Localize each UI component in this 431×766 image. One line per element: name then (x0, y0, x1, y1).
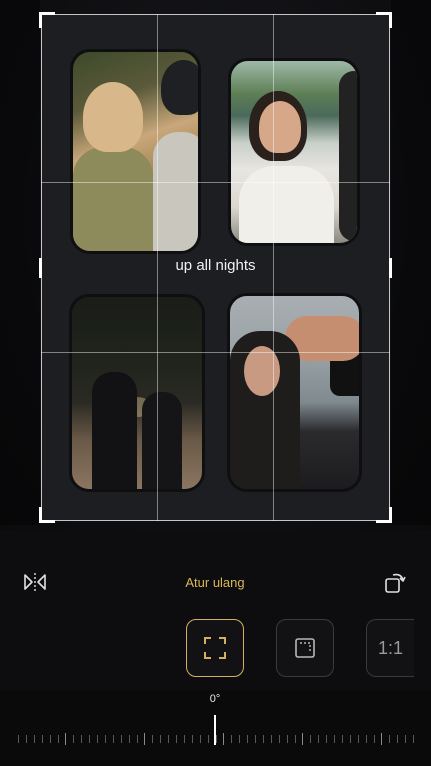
aspect-original-button[interactable] (276, 619, 334, 677)
crop-handle-bottom-right[interactable] (376, 507, 392, 523)
slider-tick (57, 735, 59, 743)
slider-tick (373, 735, 375, 743)
slider-tick (136, 735, 138, 743)
slider-tick (286, 735, 288, 743)
slider-tick (191, 735, 193, 743)
slider-tick (294, 735, 296, 743)
crop-handle-left[interactable] (39, 258, 42, 278)
slider-tick (310, 735, 312, 743)
slider-tick (302, 733, 304, 745)
aspect-freeform-button[interactable] (186, 619, 244, 677)
slider-tick (144, 733, 146, 745)
slider-tick (207, 735, 209, 743)
crop-handle-bottom-left[interactable] (39, 507, 55, 523)
slider-tick (334, 735, 335, 743)
aspect-ratio-label: 1:1 (377, 637, 404, 658)
straighten-indicator (214, 715, 216, 745)
slider-tick (413, 735, 414, 743)
crop-original-icon (295, 638, 315, 658)
crop-handle-top-left[interactable] (39, 12, 55, 28)
slider-tick (73, 735, 75, 743)
aspect-1-1-button[interactable]: 1:1 (366, 619, 414, 677)
slider-tick (199, 735, 201, 743)
slider-tick (120, 735, 122, 743)
slider-tick (389, 735, 391, 743)
slider-tick (349, 735, 351, 743)
slider-tick (255, 735, 256, 743)
crop-mask-right (391, 0, 431, 525)
slider-tick (160, 735, 162, 743)
slider-tick (168, 735, 170, 743)
slider-tick (152, 735, 154, 743)
crop-mask-left (0, 0, 40, 525)
slider-tick (270, 735, 272, 743)
slider-tick (405, 735, 407, 743)
flip-horizontal-icon[interactable] (22, 571, 48, 593)
slider-tick (239, 735, 241, 743)
slider-tick (397, 735, 399, 743)
slider-tick (231, 735, 233, 743)
slider-tick (223, 733, 225, 745)
slider-tick (104, 735, 106, 743)
slider-tick (183, 735, 185, 743)
slider-tick (341, 735, 343, 743)
reset-button[interactable]: Atur ulang (160, 575, 270, 590)
crop-handle-right[interactable] (389, 258, 392, 278)
slider-tick (326, 735, 328, 743)
slider-tick (381, 733, 383, 745)
slider-tick (262, 735, 264, 743)
crop-handle-top-right[interactable] (376, 12, 392, 28)
slider-tick (41, 735, 43, 743)
rotation-degree-readout: 0° (209, 693, 221, 705)
slider-tick (65, 733, 67, 745)
slider-tick (97, 735, 98, 743)
slider-tick (49, 735, 51, 743)
slider-tick (278, 735, 280, 743)
slider-tick (18, 735, 19, 743)
slider-tick (25, 735, 27, 743)
slider-tick (89, 735, 91, 743)
slider-tick (81, 735, 83, 743)
slider-tick (247, 735, 249, 743)
slider-tick (176, 735, 177, 743)
crop-freeform-icon (204, 637, 226, 659)
slider-tick (128, 735, 130, 743)
rotate-icon[interactable] (383, 569, 407, 595)
slider-tick (318, 735, 320, 743)
slider-tick (357, 735, 359, 743)
slider-tick (112, 735, 114, 743)
slider-tick (33, 735, 35, 743)
crop-frame[interactable] (41, 14, 390, 521)
slider-tick (365, 735, 367, 743)
